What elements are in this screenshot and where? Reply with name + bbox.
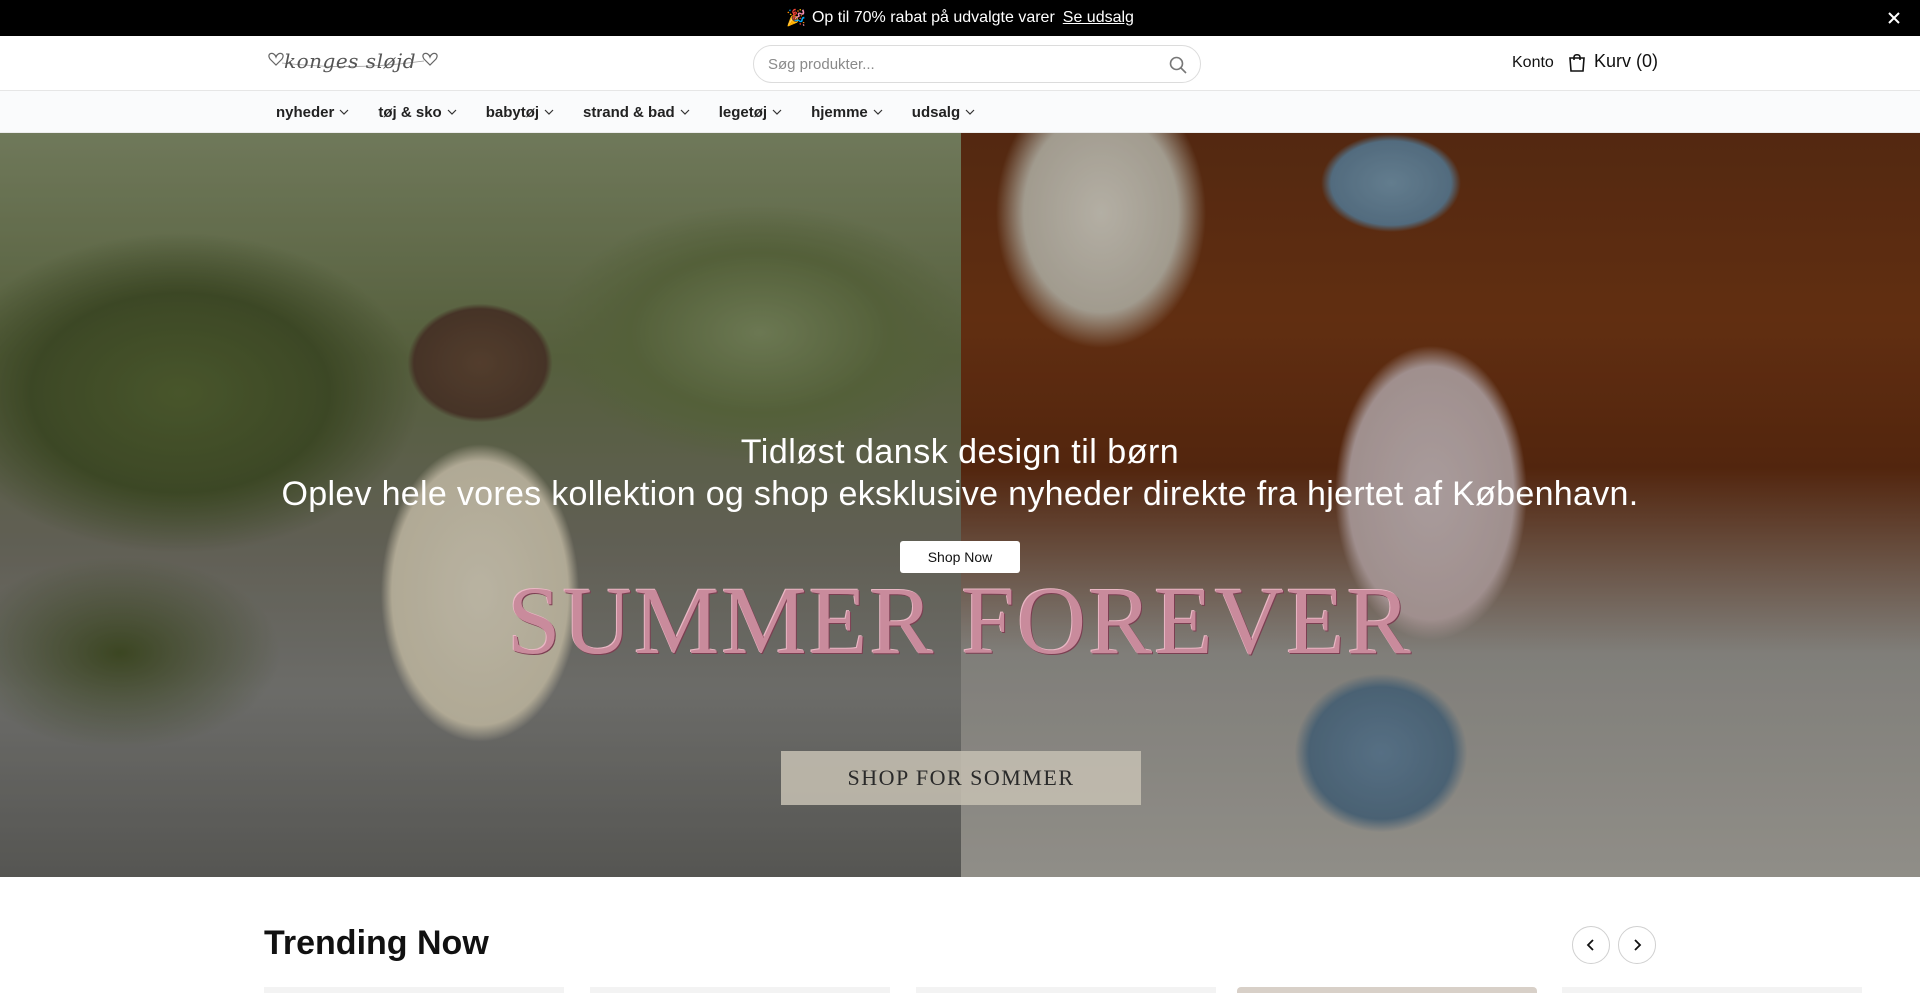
hero-campaign-text: SUMMER FOREVER — [507, 567, 1413, 674]
product-card[interactable] — [1237, 987, 1537, 993]
chevron-down-icon — [965, 109, 975, 115]
search-box[interactable] — [753, 45, 1201, 83]
carousel-prev-button[interactable] — [1572, 926, 1610, 964]
announcement-text: Op til 70% rabat på udvalgte varer — [811, 9, 1055, 26]
nav-item-label: babytøj — [485, 103, 540, 121]
nav-item-strand-bad[interactable]: strand & bad — [571, 104, 702, 121]
product-card[interactable] — [1562, 987, 1862, 993]
sale-link[interactable]: Se udsalg — [1063, 9, 1134, 27]
hero-banner[interactable]: Tidløst dansk design til børn Oplev hele… — [0, 133, 1920, 877]
nav-item-babytoj[interactable]: babytøj — [474, 104, 566, 121]
main-nav: nyheder tøj & sko babytøj strand & bad l… — [0, 91, 1920, 133]
chevron-right-icon — [1634, 939, 1642, 951]
product-card[interactable] — [264, 987, 564, 993]
nav-item-nyheder[interactable]: nyheder — [264, 104, 361, 121]
chevron-down-icon — [544, 109, 554, 115]
party-emoji-icon: 🎉 — [786, 10, 806, 27]
chevron-down-icon — [873, 109, 883, 115]
chevron-left-icon — [1586, 939, 1594, 951]
chevron-down-icon — [680, 109, 690, 115]
carousel-next-button[interactable] — [1618, 926, 1656, 964]
chevron-down-icon — [339, 109, 349, 115]
shop-summer-button[interactable]: SHOP FOR SOMMER — [781, 751, 1141, 805]
chevron-down-icon — [772, 109, 782, 115]
search-input[interactable] — [768, 46, 1158, 82]
account-link[interactable]: Konto — [1512, 54, 1554, 72]
nav-item-label: strand & bad — [583, 103, 675, 121]
product-card[interactable] — [916, 987, 1216, 993]
shopping-bag-icon — [1569, 53, 1585, 72]
close-icon[interactable] — [1884, 8, 1904, 28]
search-icon[interactable] — [1168, 55, 1188, 75]
logo-text: konges sløjd — [284, 49, 417, 73]
product-card[interactable] — [590, 987, 890, 993]
section-title: Trending Now — [264, 924, 489, 962]
site-header: konges sløjd Konto Kurv (0) — [0, 36, 1920, 91]
logo[interactable]: konges sløjd — [264, 45, 442, 79]
nav-item-label: tøj & sko — [378, 103, 442, 121]
nav-item-label: legetøj — [718, 103, 768, 121]
hero-subtitle: Oplev hele vores kollektion og shop eksk… — [281, 475, 1639, 513]
nav-item-label: hjemme — [811, 103, 868, 121]
announcement-bar: 🎉 Op til 70% rabat på udvalgte varer Se … — [0, 0, 1920, 36]
nav-item-udsalg[interactable]: udsalg — [900, 104, 987, 121]
nav-item-toj-sko[interactable]: tøj & sko — [366, 104, 468, 121]
nav-item-hjemme[interactable]: hjemme — [799, 104, 895, 121]
nav-item-legetoj[interactable]: legetøj — [707, 104, 794, 121]
hero-title: Tidløst dansk design til børn — [740, 433, 1180, 471]
nav-item-label: nyheder — [276, 103, 335, 121]
nav-item-label: udsalg — [911, 103, 961, 121]
cart-label: Kurv (0) — [1594, 51, 1659, 71]
cart-button[interactable]: Kurv (0) — [1568, 51, 1658, 72]
chevron-down-icon — [447, 109, 457, 115]
